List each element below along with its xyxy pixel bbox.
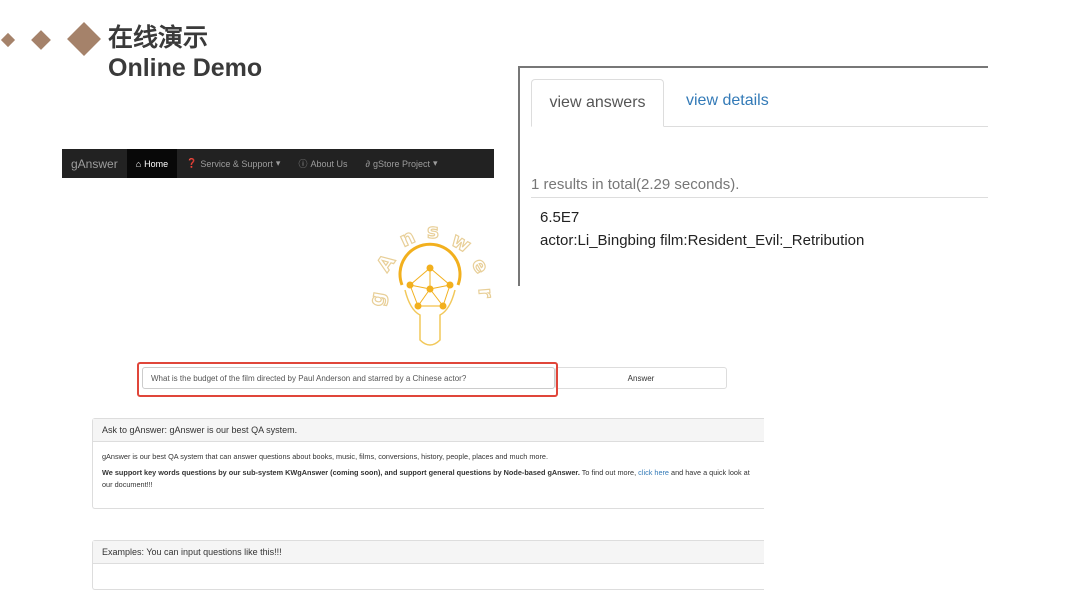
click-here-link[interactable]: click here (638, 468, 669, 477)
nav-label: gStore Project (372, 158, 430, 169)
nav-label: Home (144, 158, 169, 169)
link-icon: ∂ (365, 158, 370, 169)
nav-label: Service & Support (200, 158, 273, 169)
svg-text:e: e (467, 254, 495, 278)
examples-panel: Examples: You can input questions like t… (92, 540, 764, 590)
navbar: gAnswer ⌂ Home ❓ Service & Support ▾ ⓘ About… (62, 149, 494, 178)
support-text: To find out more, (579, 468, 639, 477)
nav-home[interactable]: ⌂ Home (126, 149, 178, 178)
tab-view-details[interactable]: view details (686, 92, 769, 110)
slide-title-en: Online Demo (108, 54, 263, 82)
nav-label: About Us (310, 158, 348, 169)
support-bold: We support key words questions by our su… (102, 468, 580, 477)
bullet-diamond-medium (31, 30, 51, 50)
navbar-brand[interactable]: gAnswer (62, 157, 127, 171)
answer-button[interactable]: Answer (555, 367, 727, 389)
about-support-text: We support key words questions by our su… (102, 467, 755, 491)
answer-value: 6.5E7 (540, 209, 580, 226)
caret-down-icon: ▾ (275, 158, 281, 168)
about-panel: Ask to gAnswer: gAnswer is our best QA s… (92, 418, 764, 509)
svg-text:A: A (371, 249, 400, 276)
tab-view-answers[interactable]: view answers (531, 79, 664, 127)
examples-panel-heading: Examples: You can input questions like t… (93, 541, 764, 564)
results-count: 1 results in total(2.29 seconds). (531, 176, 740, 193)
answer-entities: actor:Li_Bingbing film:Resident_Evil:_Re… (540, 232, 865, 249)
nav-about-us[interactable]: ⓘ About Us (289, 149, 356, 178)
about-panel-heading: Ask to gAnswer: gAnswer is our best QA s… (93, 419, 764, 442)
about-text: gAnswer is our best QA system that can a… (102, 452, 548, 461)
results-divider (531, 197, 988, 198)
slide-title-cn: 在线演示 (108, 23, 209, 52)
nav-gstore-project[interactable]: ∂ gStore Project ▾ (356, 149, 446, 178)
nav-service-support[interactable]: ❓ Service & Support ▾ (177, 149, 289, 178)
svg-text:r: r (474, 287, 499, 299)
home-icon: ⌂ (135, 158, 142, 169)
bullet-diamond-large (67, 22, 101, 56)
highlight-box (137, 362, 558, 397)
bullet-diamond-small (0, 32, 16, 48)
svg-text:g: g (364, 290, 390, 308)
info-circle-icon: ⓘ (298, 159, 308, 169)
caret-down-icon: ▾ (432, 158, 438, 168)
ganswer-logo: g A n s w e r (363, 218, 499, 346)
question-circle-icon: ❓ (186, 158, 198, 168)
svg-text:s: s (427, 219, 439, 243)
